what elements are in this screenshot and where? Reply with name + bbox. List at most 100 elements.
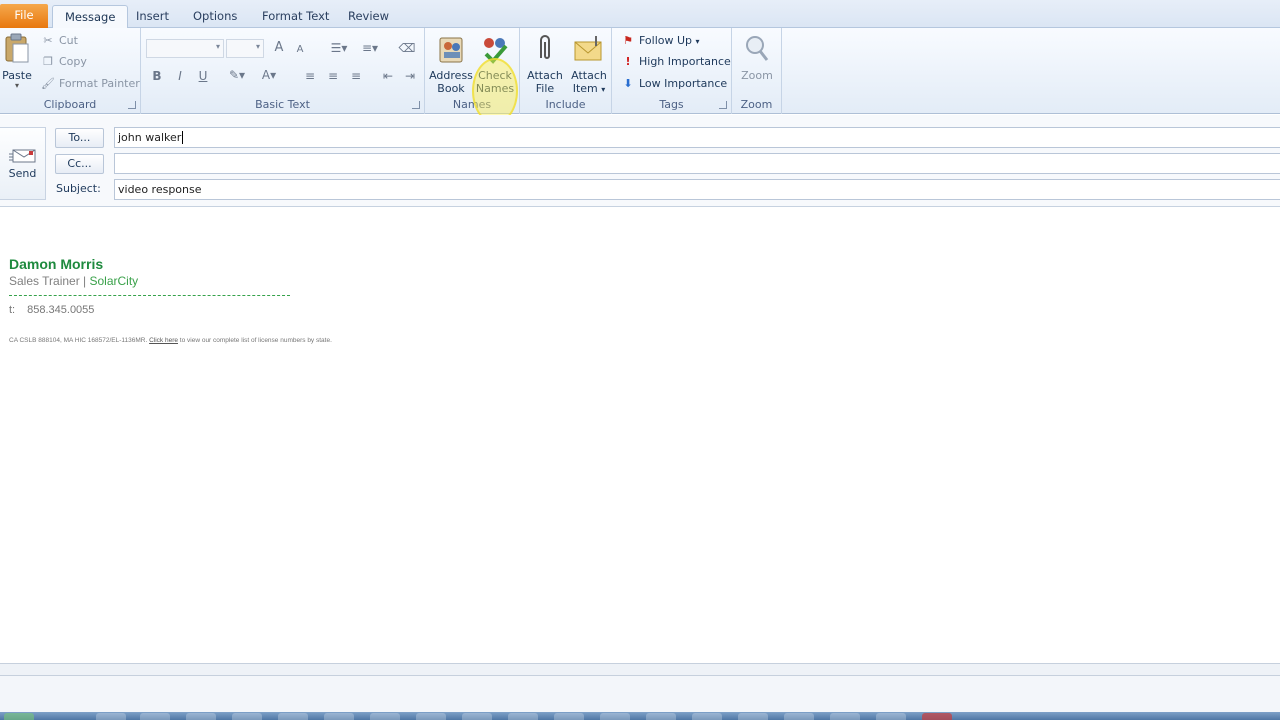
attach-file-label-1: Attach xyxy=(527,69,563,82)
message-body[interactable]: Damon Morris Sales Trainer | SolarCity t… xyxy=(0,208,1280,663)
taskbar-item[interactable] xyxy=(600,713,630,720)
decrease-indent-icon[interactable]: ⇤ xyxy=(378,66,398,86)
align-center-icon[interactable]: ≡ xyxy=(323,66,343,86)
taskbar-item[interactable] xyxy=(876,713,906,720)
zoom-group: Zoom Zoom xyxy=(732,28,782,114)
tags-launcher-icon[interactable] xyxy=(719,101,727,109)
lower-pane xyxy=(0,676,1280,712)
format-painter-label: Format Painter xyxy=(59,77,140,90)
taskbar-item[interactable] xyxy=(830,713,860,720)
follow-up-label: Follow Up xyxy=(639,34,693,47)
bold-button[interactable]: B xyxy=(147,66,167,86)
taskbar-item[interactable] xyxy=(96,713,126,720)
taskbar-item[interactable] xyxy=(186,713,216,720)
taskbar-item[interactable] xyxy=(784,713,814,720)
taskbar-item[interactable] xyxy=(646,713,676,720)
to-field[interactable]: john walker xyxy=(114,127,1280,148)
tags-group: ⚑ Follow Up ▾ ! High Importance ⬇ Low Impor… xyxy=(612,28,732,114)
basic-text-launcher-icon[interactable] xyxy=(412,101,420,109)
cc-button[interactable]: Cc... xyxy=(55,154,104,174)
send-button[interactable]: Send xyxy=(0,127,46,200)
attach-item-button[interactable]: Attach Item ▾ xyxy=(568,32,610,96)
align-left-icon[interactable]: ≡ xyxy=(300,66,320,86)
text-cursor xyxy=(182,131,184,144)
shrink-font-button[interactable]: A xyxy=(290,40,310,60)
paste-icon xyxy=(3,32,31,66)
taskbar-item[interactable] xyxy=(324,713,354,720)
scrollbar-horizontal[interactable] xyxy=(0,663,1280,676)
highlight-icon[interactable]: ✎▾ xyxy=(223,65,251,85)
copy-button[interactable]: ❐ Copy xyxy=(40,52,87,72)
taskbar-item[interactable] xyxy=(416,713,446,720)
flag-icon: ⚑ xyxy=(623,34,633,47)
grow-font-button[interactable]: A xyxy=(269,38,289,58)
address-book-icon xyxy=(434,32,468,66)
to-button[interactable]: To... xyxy=(55,128,104,148)
bullets-icon[interactable]: ☰▾ xyxy=(325,38,353,58)
taskbar-item[interactable] xyxy=(370,713,400,720)
clipboard-group-label: Clipboard xyxy=(43,98,97,111)
attach-item-label-text: Item xyxy=(572,82,598,95)
font-name-dropdown[interactable] xyxy=(146,39,224,58)
taskbar-item[interactable] xyxy=(922,713,952,720)
taskbar-item[interactable] xyxy=(140,713,170,720)
clipboard-launcher-icon[interactable] xyxy=(128,101,136,109)
start-button[interactable] xyxy=(4,713,34,720)
cc-field[interactable] xyxy=(114,153,1280,174)
paintbrush-icon: 🖌 xyxy=(41,77,55,90)
taskbar-item[interactable] xyxy=(232,713,262,720)
tab-insert[interactable]: Insert xyxy=(124,5,181,28)
tab-review[interactable]: Review xyxy=(336,5,401,28)
send-label: Send xyxy=(8,167,37,180)
taskbar-item[interactable] xyxy=(462,713,492,720)
signature-name: Damon Morris xyxy=(9,256,104,272)
license-prefix: CA CSLB 888104, MA HIC 168572/EL-1136MR. xyxy=(9,337,150,344)
attach-file-button[interactable]: Attach File xyxy=(524,32,566,95)
taskbar-item[interactable] xyxy=(692,713,722,720)
subject-field[interactable]: video response xyxy=(114,179,1280,200)
font-size-dropdown[interactable] xyxy=(226,39,264,58)
taskbar xyxy=(0,712,1280,720)
paste-button[interactable]: Paste ▾ xyxy=(2,32,32,90)
tab-format-text[interactable]: Format Text xyxy=(250,5,341,28)
chevron-down-icon: ▾ xyxy=(695,37,700,46)
copy-icon: ❐ xyxy=(43,55,53,68)
follow-up-button[interactable]: ⚑ Follow Up ▾ xyxy=(620,31,700,51)
signature-title: Sales Trainer | SolarCity xyxy=(9,274,138,288)
license-text: CA CSLB 888104, MA HIC 168572/EL-1136MR.… xyxy=(9,337,332,344)
font-color-button[interactable]: A▾ xyxy=(255,65,283,85)
license-suffix: to view our complete list of license num… xyxy=(177,337,332,344)
clear-formatting-icon[interactable]: ⌫ xyxy=(397,38,417,58)
format-painter-button[interactable]: 🖌 Format Painter xyxy=(40,74,140,94)
basic-text-group-label: Basic Text xyxy=(255,98,310,111)
low-importance-button[interactable]: ⬇ Low Importance xyxy=(620,74,727,94)
signature-phone: t: 858.345.0055 xyxy=(9,304,94,316)
down-arrow-icon: ⬇ xyxy=(623,77,633,90)
signature-title-text: Sales Trainer | xyxy=(9,274,90,288)
increase-indent-icon[interactable]: ⇥ xyxy=(400,66,420,86)
tab-file[interactable]: File xyxy=(0,4,48,28)
exclamation-icon: ! xyxy=(625,55,631,68)
cut-button[interactable]: ✂ Cut xyxy=(40,31,78,51)
taskbar-item[interactable] xyxy=(508,713,538,720)
license-link[interactable]: Click here xyxy=(149,337,178,344)
font-color-label: A xyxy=(261,68,271,82)
numbering-icon[interactable]: ≡▾ xyxy=(355,38,385,58)
zoom-group-label: Zoom xyxy=(740,98,773,111)
taskbar-item[interactable] xyxy=(738,713,768,720)
italic-button[interactable]: I xyxy=(170,66,190,86)
chevron-down-icon: ▾ xyxy=(14,81,19,90)
zoom-label: Zoom xyxy=(741,69,773,82)
taskbar-item[interactable] xyxy=(278,713,308,720)
underline-button[interactable]: U xyxy=(193,66,213,86)
high-importance-button[interactable]: ! High Importance xyxy=(620,52,730,72)
zoom-button[interactable]: Zoom xyxy=(736,32,778,82)
tab-options[interactable]: Options xyxy=(181,5,249,28)
tab-message[interactable]: Message xyxy=(52,5,129,29)
attach-item-label-2: Item ▾ xyxy=(568,82,610,96)
attach-item-label-1: Attach xyxy=(571,69,607,82)
taskbar-item[interactable] xyxy=(554,713,584,720)
align-right-icon[interactable]: ≡ xyxy=(346,66,366,86)
address-book-button[interactable]: Address Book xyxy=(429,32,473,95)
low-importance-label: Low Importance xyxy=(639,77,728,90)
